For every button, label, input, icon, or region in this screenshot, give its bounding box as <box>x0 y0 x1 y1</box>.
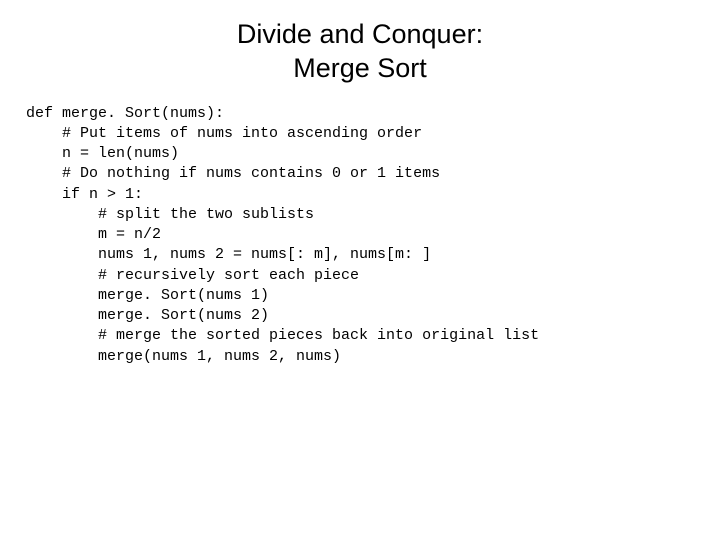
slide-title: Divide and Conquer: Merge Sort <box>20 18 700 86</box>
code-line: n = len(nums) <box>26 145 179 162</box>
slide: Divide and Conquer: Merge Sort def merge… <box>0 0 720 540</box>
code-line: # split the two sublists <box>26 206 314 223</box>
code-line: merge. Sort(nums 1) <box>26 287 269 304</box>
code-line: # Put items of nums into ascending order <box>26 125 422 142</box>
code-line: merge. Sort(nums 2) <box>26 307 269 324</box>
code-line: merge(nums 1, nums 2, nums) <box>26 348 341 365</box>
code-line: m = n/2 <box>26 226 161 243</box>
code-line: if n > 1: <box>26 186 143 203</box>
code-line: nums 1, nums 2 = nums[: m], nums[m: ] <box>26 246 431 263</box>
code-line: # merge the sorted pieces back into orig… <box>26 327 539 344</box>
code-line: # Do nothing if nums contains 0 or 1 ite… <box>26 165 440 182</box>
code-block: def merge. Sort(nums): # Put items of nu… <box>20 104 700 367</box>
code-line: def merge. Sort(nums): <box>26 105 224 122</box>
title-line-1: Divide and Conquer: <box>237 19 483 49</box>
code-line: # recursively sort each piece <box>26 267 359 284</box>
title-line-2: Merge Sort <box>293 53 427 83</box>
